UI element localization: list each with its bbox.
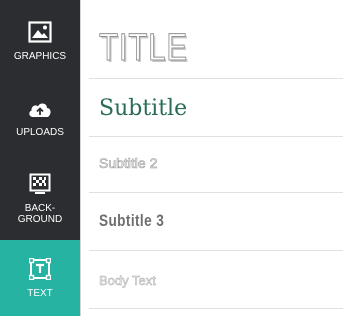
text-option-body-label: Body Text xyxy=(99,272,156,288)
text-option-subtitle-2[interactable]: Subtitle 2 xyxy=(81,140,348,186)
text-panel: TITLE Subtitle Subtitle 2 Subtitle 3 Bod… xyxy=(81,0,348,316)
text-option-title[interactable]: TITLE xyxy=(81,18,348,78)
row-divider xyxy=(89,308,343,309)
row-divider xyxy=(89,250,343,251)
text-option-subtitle-3[interactable]: Subtitle 3 xyxy=(81,196,348,246)
text-option-body[interactable]: Body Text xyxy=(81,256,348,304)
image-icon xyxy=(28,20,52,46)
sidebar-item-label: GRAPHICS xyxy=(13,50,67,62)
sidebar-item-label: UPLOADS xyxy=(16,126,64,138)
text-option-subtitle-2-label: Subtitle 2 xyxy=(99,155,158,172)
row-divider xyxy=(89,78,343,79)
background-pattern-icon xyxy=(29,173,51,198)
text-option-subtitle-3-label: Subtitle 3 xyxy=(99,211,165,230)
sidebar-item-text[interactable]: TEXT xyxy=(0,240,87,316)
sidebar-item-background[interactable]: BACK- GROUND xyxy=(0,158,80,240)
sidebar: GRAPHICS UPLOADS BACK- GROUND TEXT xyxy=(0,0,87,316)
row-divider xyxy=(89,192,343,193)
row-divider xyxy=(89,136,343,137)
text-box-icon xyxy=(28,257,52,283)
sidebar-item-label: TEXT xyxy=(27,287,53,299)
text-option-subtitle-label: Subtitle xyxy=(99,95,188,121)
sidebar-item-label: BACK- GROUND xyxy=(17,203,63,225)
text-option-subtitle[interactable]: Subtitle xyxy=(81,82,348,134)
text-option-title-label: TITLE xyxy=(99,26,188,69)
sidebar-item-uploads[interactable]: UPLOADS xyxy=(0,84,80,154)
sidebar-item-graphics[interactable]: GRAPHICS xyxy=(0,0,80,82)
cloud-upload-icon xyxy=(28,101,52,122)
